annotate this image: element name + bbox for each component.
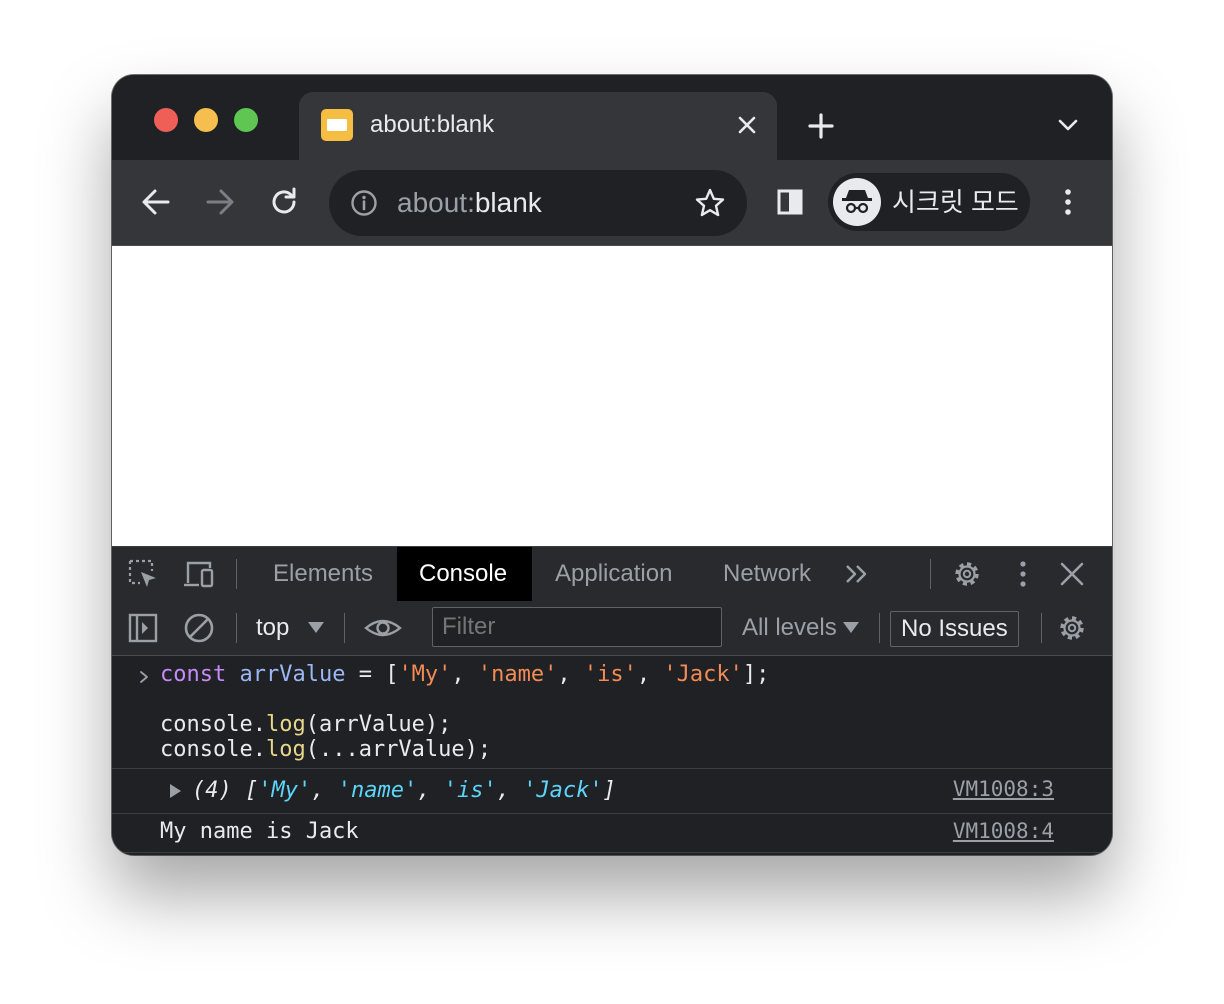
expand-triangle-icon[interactable] xyxy=(170,784,181,798)
console-output-log: My name is Jack VM1008:4 xyxy=(112,814,1112,853)
incognito-badge[interactable]: 시크릿 모드 xyxy=(828,173,1030,231)
code-string: 'Jack' xyxy=(663,662,743,687)
incognito-label: 시크릿 모드 xyxy=(892,187,1019,217)
array-item: 'is' xyxy=(443,778,497,803)
array-prefix: (4) [ xyxy=(192,778,259,803)
console-settings-gear-icon[interactable] xyxy=(1055,611,1089,645)
zoom-window-button[interactable] xyxy=(234,108,258,132)
log-levels-dropdown[interactable]: All levels xyxy=(742,612,837,644)
code-function: log xyxy=(265,712,306,737)
code-object: console. xyxy=(160,737,266,762)
code-args: (arrValue); xyxy=(305,712,452,737)
divider xyxy=(879,613,880,643)
divider xyxy=(344,613,345,643)
page-content[interactable] xyxy=(112,246,1112,546)
code-variable: arrValue xyxy=(239,662,346,687)
tab-about-blank[interactable]: about:blank xyxy=(299,92,777,160)
avatar xyxy=(833,178,881,226)
code-keyword: const xyxy=(160,662,227,687)
source-link[interactable]: VM1008:4 xyxy=(953,817,1054,845)
issues-button[interactable]: No Issues xyxy=(890,611,1019,647)
forward-arrow-icon[interactable] xyxy=(200,182,240,222)
inspect-element-icon[interactable] xyxy=(126,557,160,591)
code-function: log xyxy=(265,737,306,762)
code-string: 'name' xyxy=(477,662,558,687)
filter-input[interactable] xyxy=(432,607,722,647)
divider xyxy=(930,559,931,589)
console-output-array[interactable]: (4) ['My', 'name', 'is', 'Jack'] VM1008:… xyxy=(112,769,1112,814)
star-icon[interactable] xyxy=(693,186,727,220)
code-string: 'is' xyxy=(583,662,637,687)
prompt-chevron-icon xyxy=(140,671,148,683)
console-input-entry[interactable]: const arrValue = ['My', 'name', 'is', 'J… xyxy=(112,656,1112,769)
source-link[interactable]: VM1008:3 xyxy=(953,775,1054,803)
reload-icon[interactable] xyxy=(264,182,304,222)
code-object: console. xyxy=(160,712,266,737)
tab-strip: about:blank xyxy=(112,75,1112,160)
devtools-tab-bar: Elements Console Application Network xyxy=(112,546,1112,602)
browser-window: about:blank about:blank 시크릿 모드 Elements … xyxy=(112,75,1112,855)
kebab-menu-icon[interactable] xyxy=(1048,182,1088,222)
close-icon[interactable] xyxy=(1055,557,1089,591)
array-suffix: ] xyxy=(602,778,616,803)
tab-elements[interactable]: Elements xyxy=(251,547,395,601)
array-item: 'name' xyxy=(337,778,418,803)
console-code: const arrValue = ['My', 'name', 'is', 'J… xyxy=(160,662,770,762)
minimize-window-button[interactable] xyxy=(194,108,218,132)
browser-toolbar: about:blank 시크릿 모드 xyxy=(112,160,1112,246)
array-item: 'My' xyxy=(258,778,312,803)
close-window-button[interactable] xyxy=(154,108,178,132)
url-text[interactable]: about:blank xyxy=(397,186,542,220)
close-tab-icon[interactable] xyxy=(729,107,765,143)
back-arrow-icon[interactable] xyxy=(136,182,176,222)
kebab-menu-icon[interactable] xyxy=(1006,557,1040,591)
code-punct: = [ xyxy=(345,662,399,687)
incognito-icon xyxy=(842,190,872,214)
sidebar-toggle-icon[interactable] xyxy=(126,611,160,645)
tab-title: about:blank xyxy=(370,111,495,138)
levels-dropdown-arrow-icon[interactable] xyxy=(843,622,859,633)
array-item: 'Jack' xyxy=(523,778,603,803)
info-icon[interactable] xyxy=(349,188,379,218)
url-path: blank xyxy=(474,187,542,218)
device-toolbar-icon[interactable] xyxy=(182,557,216,591)
tab-console[interactable]: Console xyxy=(397,547,532,601)
divider xyxy=(236,613,237,643)
code-args: (...arrValue); xyxy=(305,737,492,762)
settings-gear-icon[interactable] xyxy=(950,557,984,591)
code-string: 'My' xyxy=(398,662,452,687)
tab-search-chevron-down-icon[interactable] xyxy=(1052,109,1084,141)
context-dropdown-arrow-icon[interactable] xyxy=(308,622,324,633)
tab-application[interactable]: Application xyxy=(533,547,694,601)
console-toolbar: top All levels No Issues xyxy=(112,601,1112,656)
address-bar[interactable]: about:blank xyxy=(329,170,747,236)
devtools-panel: Elements Console Application Network top… xyxy=(112,546,1112,855)
code-punct: ]; xyxy=(742,662,770,687)
url-scheme: about: xyxy=(397,187,475,218)
tab-network[interactable]: Network xyxy=(701,547,833,601)
new-tab-icon[interactable] xyxy=(802,107,840,145)
array-preview: (4) ['My', 'name', 'is', 'Jack'] xyxy=(192,778,616,803)
log-text: My name is Jack xyxy=(160,819,359,844)
divider xyxy=(1041,613,1042,643)
divider xyxy=(236,559,237,589)
context-selector[interactable]: top xyxy=(256,612,289,644)
clear-console-icon[interactable] xyxy=(182,611,216,645)
more-tabs-icon[interactable] xyxy=(841,557,875,591)
eye-icon[interactable] xyxy=(364,611,402,645)
side-panel-icon[interactable] xyxy=(770,182,810,222)
tab-favicon-icon xyxy=(321,109,353,141)
